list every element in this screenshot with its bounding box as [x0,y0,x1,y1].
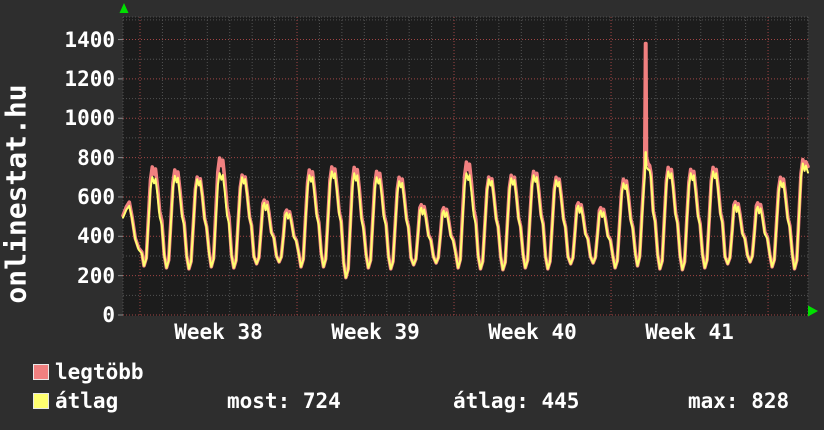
y-axis-arrow-icon [120,3,129,13]
legend-label-legtobb: legtöbb [55,361,144,383]
y-axis-label: 400 [45,225,115,247]
graph-canvas: onlinestat.hu 0200400600800100012001400 … [0,0,824,430]
y-axis-label: 1000 [45,107,115,129]
y-axis-label: 1400 [45,29,115,51]
stat-atlag: átlag: 445 [453,390,579,412]
vertical-title: onlinestat.hu [0,84,33,303]
legend-label-atlag: átlag [55,390,118,412]
x-axis-label: Week 39 [296,321,456,343]
x-axis-label: Week 40 [453,321,613,343]
stat-max: max: 828 [688,390,789,412]
x-axis-arrow-icon [808,306,818,317]
y-axis-label: 1200 [45,68,115,90]
y-axis-label: 200 [45,265,115,287]
legend-swatch-legtobb [33,364,49,380]
y-axis-label: 0 [45,304,115,326]
x-axis-label: Week 38 [139,321,299,343]
y-axis-label: 800 [45,147,115,169]
x-axis-label: Week 41 [610,321,770,343]
legend-swatch-atlag [33,393,49,409]
stat-most: most: 724 [227,390,341,412]
y-axis-label: 600 [45,186,115,208]
axis-ticks [118,40,123,315]
